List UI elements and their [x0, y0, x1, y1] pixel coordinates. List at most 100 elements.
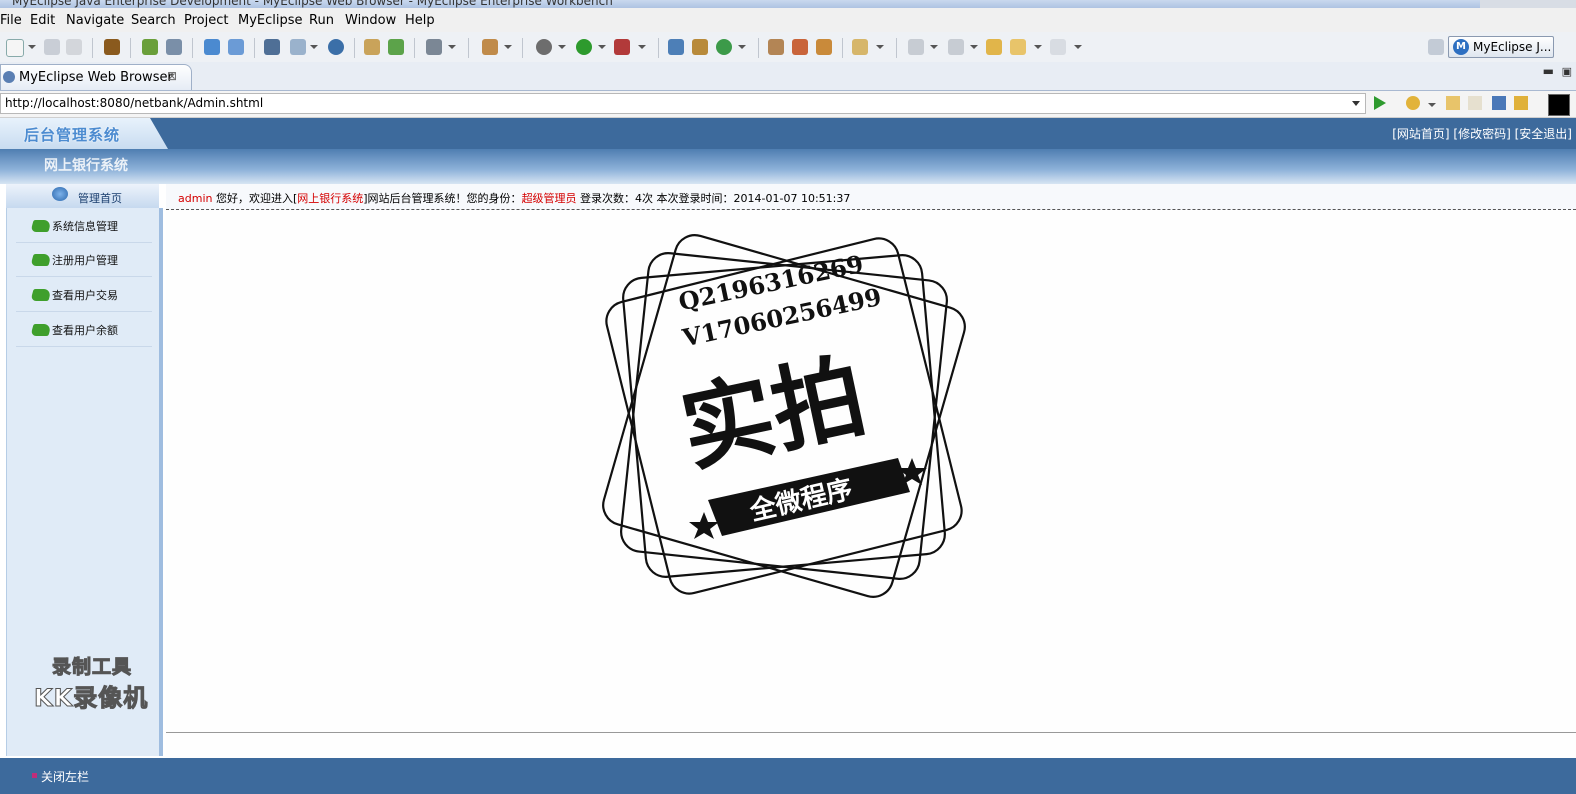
open-task-icon[interactable]: [792, 39, 808, 55]
menu-window[interactable]: Window: [345, 13, 396, 28]
new-class-icon[interactable]: [716, 39, 732, 55]
browser-menu-icon[interactable]: [1548, 94, 1570, 116]
new-package-icon[interactable]: [692, 39, 708, 55]
menu-edit[interactable]: Edit: [30, 13, 55, 28]
toolbar-separator: [414, 38, 415, 58]
sidebar-home[interactable]: 管理首页: [6, 184, 159, 208]
sidebar-item-user-balance[interactable]: 查看用户余额: [16, 312, 152, 347]
minimize-icon[interactable]: ▬: [1543, 64, 1554, 78]
back-icon[interactable]: [1010, 39, 1026, 55]
tools-icon[interactable]: [482, 39, 498, 55]
tab-label: MyEclipse Web Browser: [19, 70, 173, 85]
menu-file[interactable]: File: [0, 13, 22, 28]
content-divider: [166, 732, 1576, 733]
new-java-icon[interactable]: [668, 39, 684, 55]
close-icon[interactable]: ⊠: [167, 69, 177, 83]
menu-search[interactable]: Search: [131, 13, 176, 28]
sidebar-item-label: 查看用户交易: [52, 289, 118, 302]
next-annotation-icon[interactable]: [908, 39, 924, 55]
browser-forward-icon[interactable]: [1468, 96, 1482, 110]
logo-text: 后台管理系统: [24, 126, 121, 144]
leaf-icon: [30, 324, 52, 336]
document-dropdown-icon[interactable]: [310, 45, 318, 49]
browser-address-bar: http://localhost:8080/netbank/Admin.shtm…: [0, 91, 1576, 118]
main-toolbar: M MyEclipse J...: [0, 32, 1576, 63]
server-icon[interactable]: [166, 39, 182, 55]
sidebar-item-registered-users[interactable]: 注册用户管理: [16, 242, 152, 277]
tools-dropdown-icon[interactable]: [504, 45, 512, 49]
window-controls[interactable]: [1480, 0, 1576, 8]
go-icon[interactable]: [1374, 96, 1386, 110]
sidebar: 管理首页 系统信息管理 注册用户管理 查看用户交易 查看用户余额 录制工具 KK…: [0, 184, 166, 758]
external-tools-dropdown-icon[interactable]: [638, 45, 646, 49]
welcome-suffix: ]网站后台管理系统！您的身份：: [363, 192, 522, 205]
editor-tab-bar: MyEclipse Web Browser ⊠ ▬ ▣: [0, 62, 1576, 91]
link-site-home[interactable]: [网站首页]: [1392, 127, 1449, 141]
new-class-dropdown-icon[interactable]: [738, 45, 746, 49]
favorites-icon[interactable]: [1406, 96, 1420, 110]
deploy-icon[interactable]: [142, 39, 158, 55]
menu-project[interactable]: Project: [184, 13, 228, 28]
next-annotation-dropdown-icon[interactable]: [930, 45, 938, 49]
add-icon[interactable]: [388, 39, 404, 55]
last-edit-icon[interactable]: [986, 39, 1002, 55]
link-logout[interactable]: [安全退出]: [1515, 127, 1572, 141]
open-type-icon[interactable]: [768, 39, 784, 55]
save-icon[interactable]: [44, 39, 60, 55]
new-icon[interactable]: [6, 39, 24, 57]
globe-icon[interactable]: [328, 39, 344, 55]
previous-annotation-dropdown-icon[interactable]: [970, 45, 978, 49]
sidebar-item-label: 查看用户余额: [52, 324, 118, 337]
maximize-icon[interactable]: ▣: [1562, 65, 1572, 78]
document-icon[interactable]: [290, 39, 306, 55]
wizard2-icon[interactable]: [228, 39, 244, 55]
menu-run[interactable]: Run: [309, 13, 334, 28]
browser-back-icon[interactable]: [1446, 96, 1460, 110]
debug-dropdown-icon[interactable]: [558, 45, 566, 49]
sidebar-item-user-transactions[interactable]: 查看用户交易: [16, 277, 152, 312]
url-dropdown-icon[interactable]: [1352, 101, 1360, 106]
refresh-icon[interactable]: [1514, 96, 1528, 110]
screenshot-icon[interactable]: [426, 39, 442, 55]
toolbar-separator: [658, 38, 659, 58]
screenshot-dropdown-icon[interactable]: [448, 45, 456, 49]
package-icon[interactable]: [104, 39, 120, 55]
run-dropdown-icon[interactable]: [598, 45, 606, 49]
browser-icon: [3, 71, 15, 83]
hierarchy-icon[interactable]: [264, 39, 280, 55]
previous-annotation-icon[interactable]: [948, 39, 964, 55]
stop-icon[interactable]: [1492, 96, 1506, 110]
stamp-watermark: Q2196316269 V17060256499 实拍 全微程序: [598, 230, 970, 602]
sidebar-item-system-info[interactable]: 系统信息管理: [16, 208, 152, 243]
url-input[interactable]: http://localhost:8080/netbank/Admin.shtm…: [0, 93, 1366, 114]
search-toolbar-icon[interactable]: [816, 39, 832, 55]
close-sidebar-link[interactable]: 关闭左栏: [41, 768, 89, 785]
menu-help[interactable]: Help: [405, 13, 435, 28]
open-folder-icon[interactable]: [364, 39, 380, 55]
folder-icon[interactable]: [852, 39, 868, 55]
home-globe-icon: [52, 187, 68, 201]
print-icon[interactable]: [66, 39, 82, 55]
link-change-password[interactable]: [修改密码]: [1453, 127, 1510, 141]
run-icon[interactable]: [576, 39, 592, 55]
open-perspective-icon[interactable]: [1428, 39, 1444, 55]
menu-myeclipse[interactable]: MyEclipse: [238, 13, 303, 28]
external-tools-icon[interactable]: [614, 39, 630, 55]
tab-web-browser[interactable]: MyEclipse Web Browser ⊠: [0, 64, 192, 90]
forward-dropdown-icon[interactable]: [1074, 45, 1082, 49]
debug-icon[interactable]: [536, 39, 552, 55]
folder-dropdown-icon[interactable]: [876, 45, 884, 49]
home-label: 管理首页: [78, 192, 122, 205]
window-title-bar: MyEclipse Java Enterprise Development - …: [0, 0, 1576, 8]
menu-navigate[interactable]: Navigate: [66, 13, 124, 28]
back-dropdown-icon[interactable]: [1034, 45, 1042, 49]
welcome-greeting: 您好，欢迎进入[: [212, 192, 298, 205]
wizard-icon[interactable]: [204, 39, 220, 55]
welcome-site: 网上银行系统: [297, 192, 364, 205]
sidebar-item-label: 系统信息管理: [52, 220, 118, 233]
favorites-dropdown-icon[interactable]: [1428, 103, 1436, 107]
new-dropdown-icon[interactable]: [28, 45, 36, 49]
perspective-button[interactable]: M MyEclipse J...: [1448, 36, 1554, 58]
forward-icon[interactable]: [1050, 39, 1066, 55]
menu-bar: File Edit Navigate Search Project MyEcli…: [0, 8, 1576, 33]
